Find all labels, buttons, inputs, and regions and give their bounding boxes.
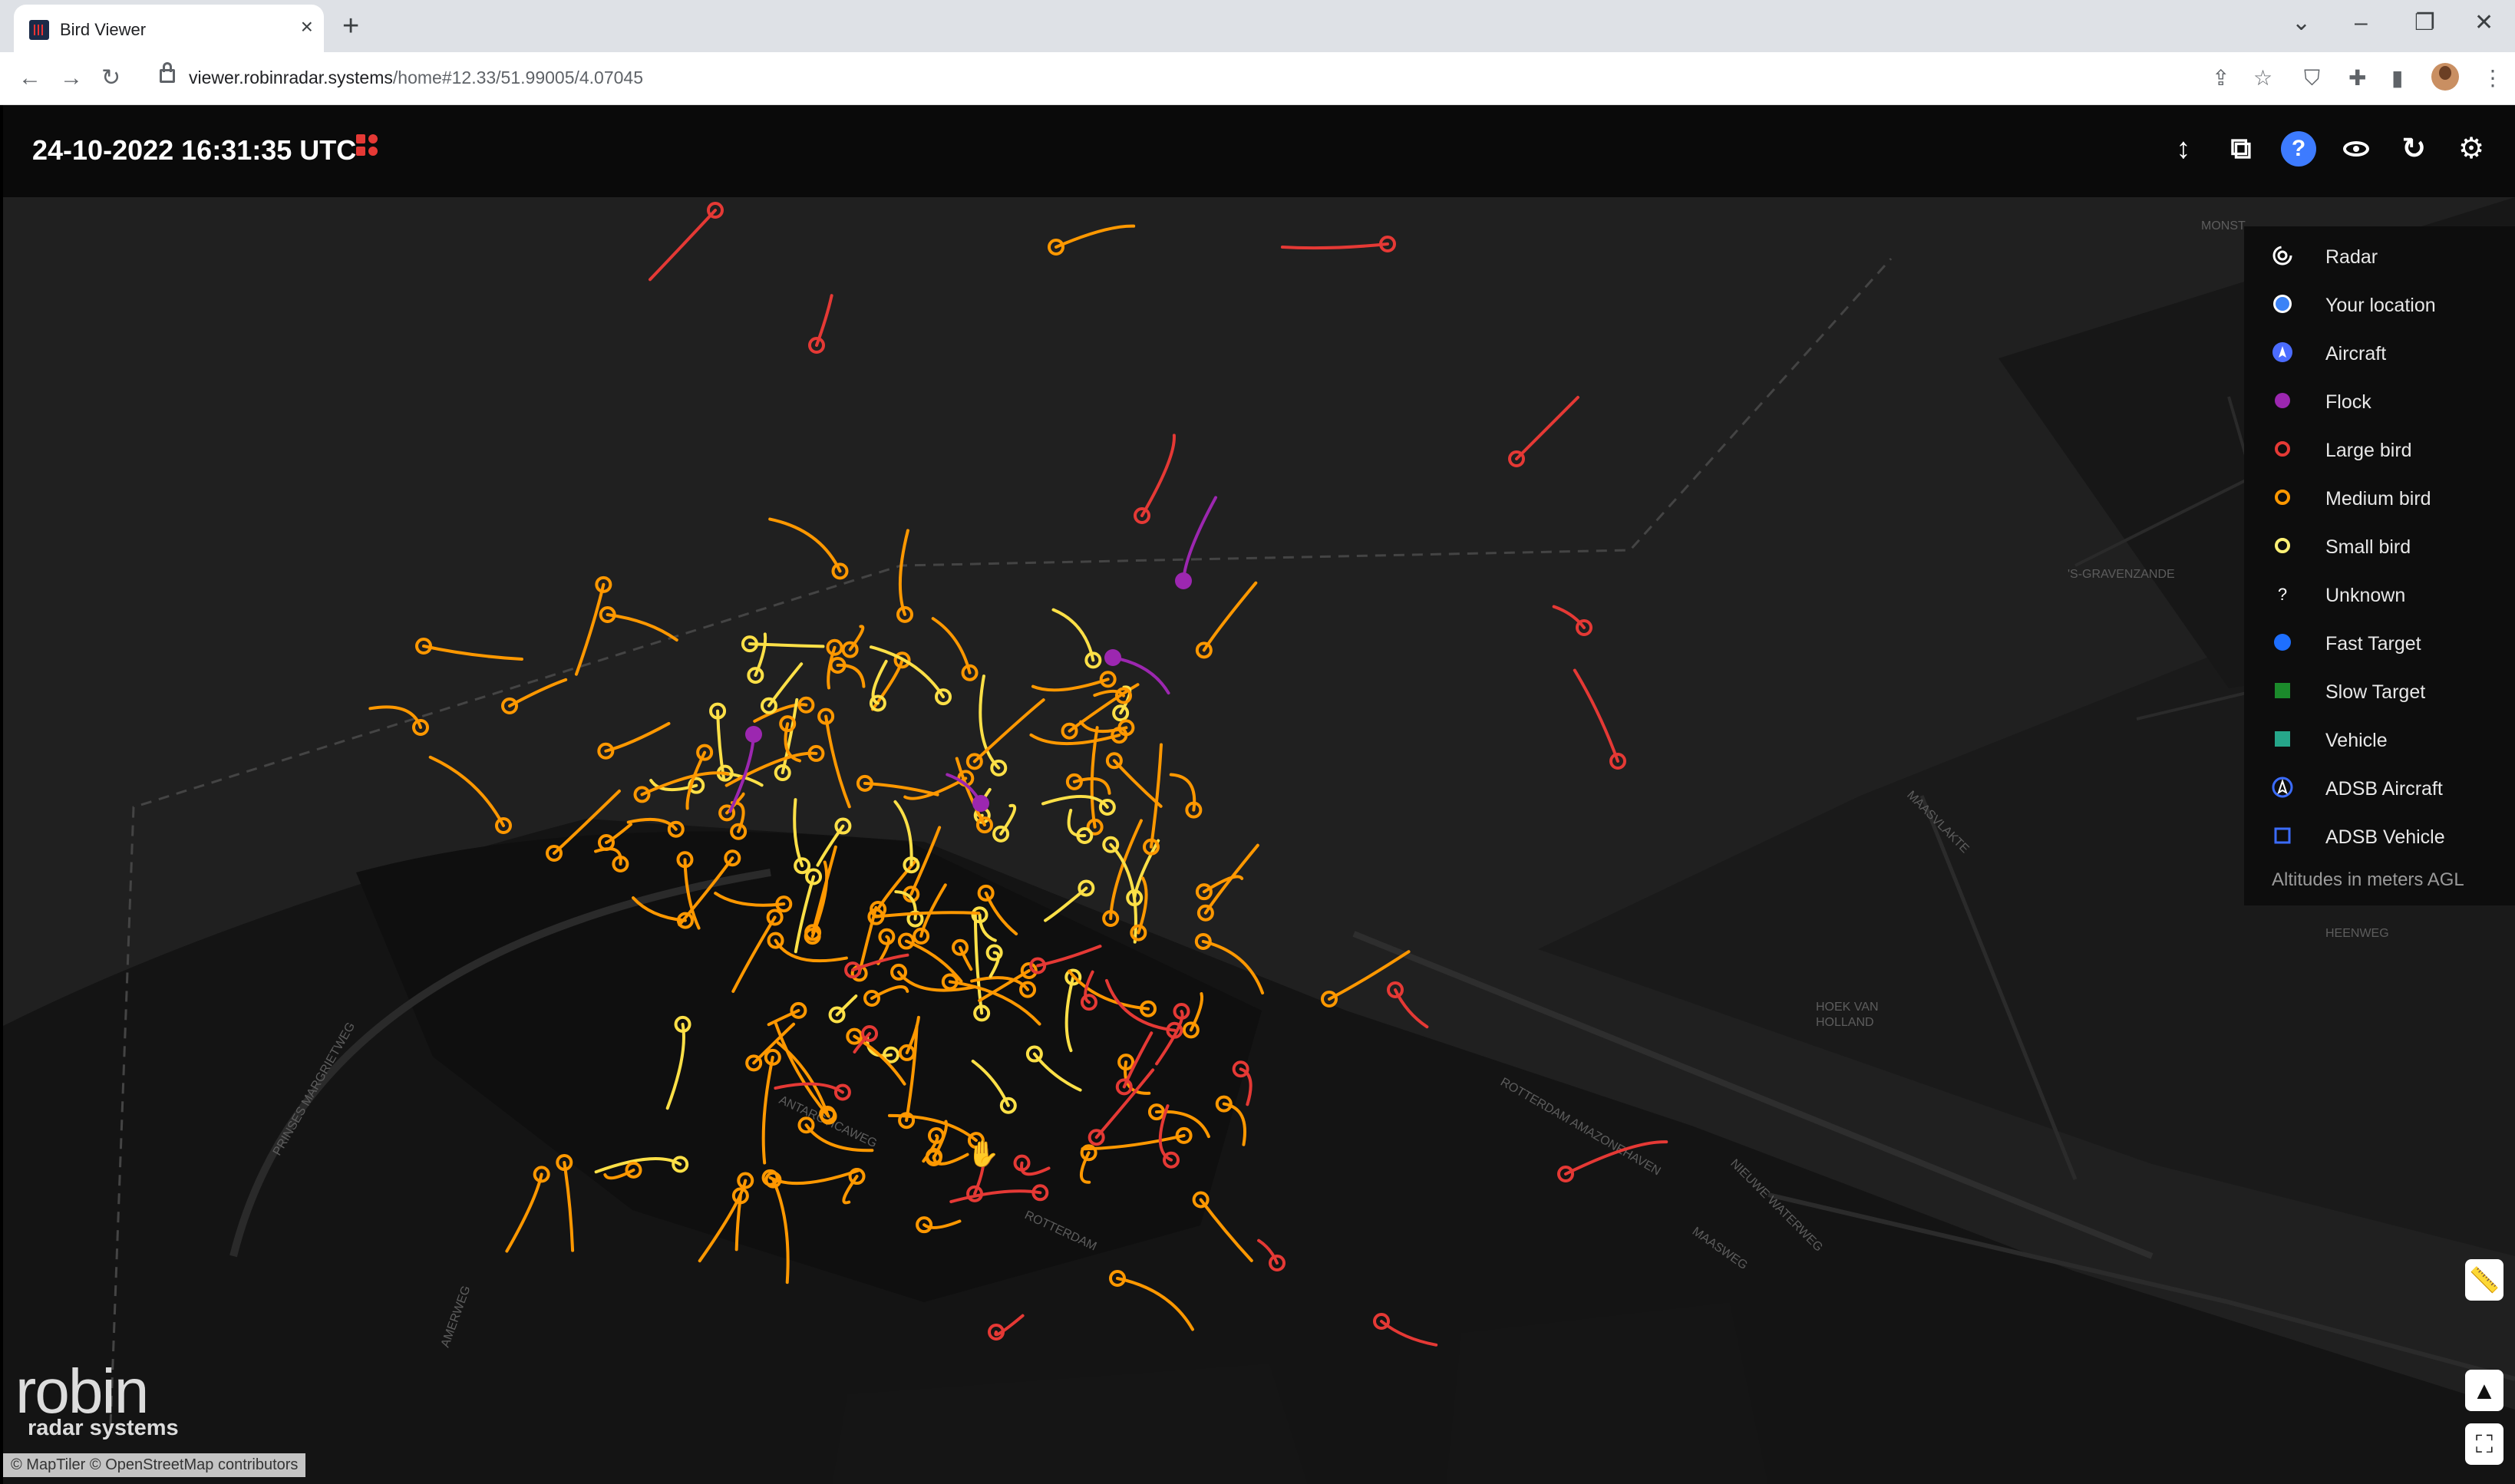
legend-label: Large bird	[2325, 440, 2412, 461]
fast-target-icon	[2274, 634, 2291, 651]
legend-item: Vehicle	[2244, 721, 2515, 759]
visibility-eye-icon[interactable]	[2338, 131, 2374, 167]
radar-icon	[2272, 246, 2292, 265]
adsb-aircraft-icon	[2272, 777, 2293, 798]
bird-viewer-favicon-icon	[29, 20, 49, 40]
hand-cursor-icon: ✋	[967, 1139, 999, 1169]
replay-icon[interactable]: ↻	[2396, 131, 2431, 167]
slow-target-icon	[2275, 683, 2290, 698]
legend-label: Medium bird	[2325, 488, 2431, 510]
lock-icon[interactable]	[160, 62, 175, 83]
flock-marker[interactable]	[745, 726, 762, 743]
forward-button[interactable]: →	[60, 64, 83, 92]
medium-bird-icon	[2275, 490, 2290, 505]
back-button[interactable]: ←	[18, 64, 41, 92]
new-tab-button[interactable]: +	[342, 11, 359, 41]
unknown-icon: ?	[2278, 585, 2287, 604]
browser-menu-icon[interactable]: ⋮	[2482, 66, 2503, 91]
vehicle-icon	[2275, 731, 2290, 747]
legend-item: Flock	[2244, 382, 2515, 420]
profile-avatar[interactable]	[2431, 63, 2459, 91]
legend-item: ? Unknown	[2244, 575, 2515, 614]
time-filter-icon[interactable]	[356, 134, 382, 163]
bookmark-star-icon[interactable]: ☆	[2253, 66, 2272, 91]
legend-item: Your location	[2244, 285, 2515, 324]
tab-close-icon[interactable]: ×	[301, 15, 313, 38]
url-path: /home#12.33/51.99005/4.07045	[392, 68, 644, 87]
legend-item: Fast Target	[2244, 624, 2515, 662]
legend-label: Your location	[2325, 295, 2436, 316]
altitude-filter-icon[interactable]: ↕	[2166, 131, 2201, 167]
browser-tab[interactable]: Bird Viewer ×	[14, 5, 324, 52]
legend-item: Medium bird	[2244, 479, 2515, 517]
compass-north-icon[interactable]: ▲	[2465, 1370, 2503, 1411]
legend-item: Slow Target	[2244, 672, 2515, 711]
radar-map[interactable]: TER HEIDEMONST'S-GRAVENZANDEHOEK VANHOLL…	[3, 105, 2515, 1484]
robin-logo-subtitle: radar systems	[28, 1416, 179, 1440]
location-icon	[2273, 295, 2292, 313]
layers-icon[interactable]: ⧉	[2223, 131, 2259, 167]
flock-marker[interactable]	[1175, 572, 1192, 589]
legend-label: Aircraft	[2325, 343, 2387, 364]
svg-text:?: ?	[2278, 585, 2287, 604]
legend-label: ADSB Vehicle	[2325, 826, 2445, 848]
legend-panel: Radar Your location Aircraft Flock Large bir…	[2244, 226, 2515, 905]
close-window-button[interactable]: ✕	[2474, 9, 2494, 37]
extension-shield-icon[interactable]: ⛉	[2304, 66, 2320, 91]
address-bar[interactable]: viewer.robinradar.systems/home#12.33/51.…	[143, 60, 2276, 97]
legend-label: Vehicle	[2325, 730, 2388, 751]
map-street-label: MONST	[2201, 219, 2246, 232]
adsb-vehicle-icon	[2274, 827, 2291, 844]
legend-label: Small bird	[2325, 536, 2411, 558]
share-icon[interactable]: ⇪	[2212, 66, 2230, 91]
fullscreen-icon[interactable]: ⛶	[2465, 1423, 2503, 1465]
timestamp-label: 24-10-2022 16:31:35 UTC	[32, 134, 357, 166]
tab-search-chevron-icon[interactable]: ⌄	[2292, 9, 2311, 37]
settings-gear-icon[interactable]: ⚙	[2454, 131, 2489, 167]
map-street-label: HEENWEG	[2325, 927, 2389, 940]
legend-item: Large bird	[2244, 430, 2515, 469]
measure-ruler-icon[interactable]: 📏	[2465, 1259, 2503, 1301]
map-street-label: HOLLAND	[1816, 1016, 1874, 1029]
map-attribution[interactable]: © MapTiler © OpenStreetMap contributors	[3, 1453, 306, 1477]
legend-item: Small bird	[2244, 527, 2515, 566]
help-icon[interactable]: ?	[2281, 131, 2316, 167]
tab-title: Bird Viewer	[60, 20, 147, 39]
url-text: viewer.robinradar.systems/home#12.33/51.…	[189, 68, 643, 88]
browser-toolbar: ← → ↻ viewer.robinradar.systems/home#12.…	[0, 52, 2515, 105]
app-top-bar: 24-10-2022 16:31:35 UTC ↕ ⧉ ? ↻ ⚙	[3, 105, 2515, 197]
map-street-label: 'S-GRAVENZANDE	[2068, 568, 2175, 581]
legend-label: Fast Target	[2325, 633, 2421, 655]
legend-label: Unknown	[2325, 585, 2406, 606]
url-host: viewer.robinradar.systems	[189, 68, 393, 87]
side-panel-icon[interactable]: ▮	[2391, 66, 2403, 91]
browser-tab-strip: Bird Viewer × + ⌄ – ❐ ✕	[0, 0, 2515, 52]
legend-item: Aircraft	[2244, 334, 2515, 372]
reload-button[interactable]: ↻	[101, 64, 120, 92]
altitude-note: Altitudes in meters AGL	[2272, 869, 2464, 890]
legend-label: ADSB Aircraft	[2325, 778, 2443, 800]
small-bird-icon	[2275, 538, 2290, 553]
legend-item: Radar	[2244, 237, 2515, 275]
bird-viewer-app: TER HEIDEMONST'S-GRAVENZANDEHOEK VANHOLL…	[3, 105, 2515, 1484]
extensions-puzzle-icon[interactable]: ✚	[2348, 66, 2366, 91]
flock-icon	[2275, 393, 2290, 408]
legend-label: Flock	[2325, 391, 2371, 413]
flock-marker[interactable]	[1104, 649, 1121, 666]
minimize-button[interactable]: –	[2355, 9, 2368, 37]
legend-item: ADSB Vehicle	[2244, 817, 2515, 856]
legend-item: ADSB Aircraft	[2244, 769, 2515, 807]
large-bird-icon	[2275, 441, 2290, 457]
legend-label: Radar	[2325, 246, 2378, 268]
legend-label: Slow Target	[2325, 681, 2426, 703]
flock-marker[interactable]	[972, 795, 989, 812]
aircraft-icon	[2272, 342, 2292, 362]
restore-button[interactable]: ❐	[2414, 9, 2435, 37]
map-street-label: HOEK VAN	[1816, 1001, 1879, 1014]
